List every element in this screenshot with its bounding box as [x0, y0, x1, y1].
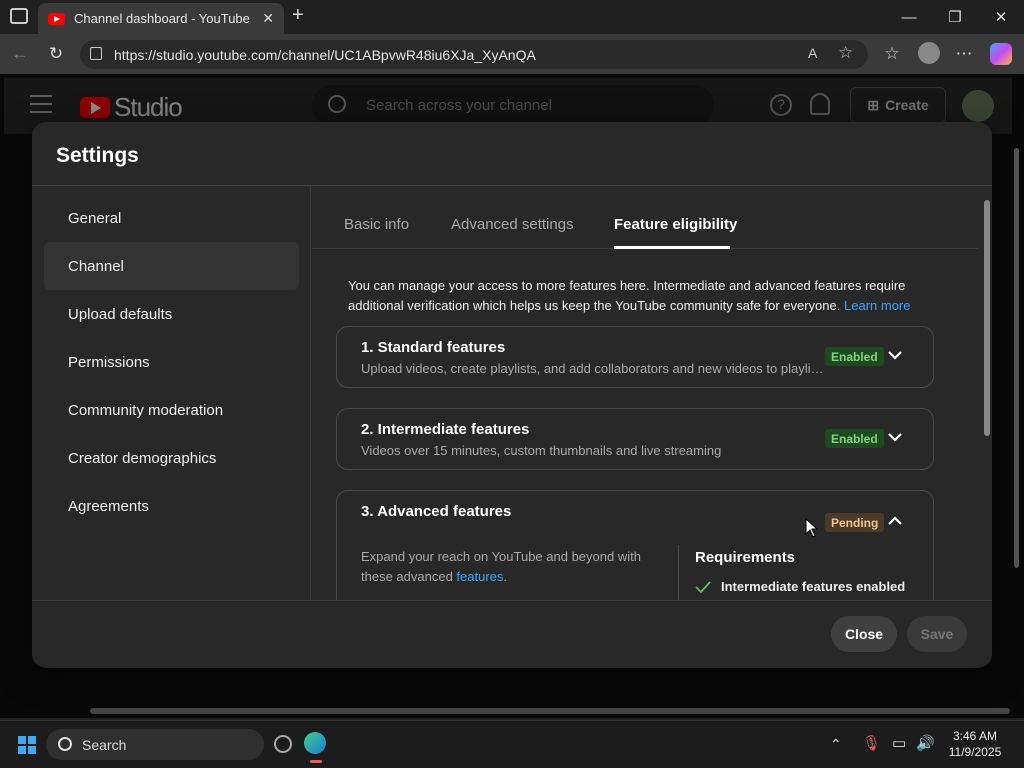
- page-scrollbar[interactable]: [1014, 148, 1019, 568]
- site-info-icon[interactable]: [90, 47, 102, 60]
- volume-icon[interactable]: 🔊: [916, 734, 935, 752]
- feature-eligibility-intro: You can manage your access to more featu…: [348, 276, 928, 316]
- requirement-item: Intermediate features enabled: [695, 579, 905, 594]
- footer-divider: [32, 600, 992, 601]
- chevron-up-icon[interactable]: [885, 511, 905, 531]
- close-window-icon[interactable]: ✕: [978, 0, 1024, 34]
- back-icon[interactable]: ←: [6, 40, 34, 68]
- close-tab-icon[interactable]: ✕: [262, 10, 274, 27]
- nav-item-label: Creator demographics: [68, 449, 217, 467]
- nav-item-general[interactable]: General: [44, 194, 299, 242]
- nav-item-community-moderation[interactable]: Community moderation: [44, 386, 299, 434]
- chevron-up-icon[interactable]: ⌃: [830, 736, 842, 753]
- search-icon: [58, 737, 72, 751]
- nav-item-label: General: [68, 209, 122, 227]
- youtube-favicon-icon: [48, 12, 65, 25]
- clock-date: 11/9/2025: [948, 745, 1002, 759]
- nav-item-creator-demographics[interactable]: Creator demographics: [44, 434, 299, 482]
- requirement-label: Intermediate features enabled: [721, 579, 906, 594]
- copilot-icon[interactable]: [990, 43, 1012, 65]
- save-button[interactable]: Save: [907, 616, 967, 652]
- windows-start-icon[interactable]: [18, 736, 36, 754]
- card-divider: [678, 545, 679, 600]
- card-description: Upload videos, create playlists, and add…: [361, 361, 826, 376]
- requirements-title: Requirements: [695, 549, 796, 566]
- advanced-features-card[interactable]: 3. Advanced features Pending Expand your…: [336, 490, 934, 600]
- close-button[interactable]: Close: [831, 616, 897, 652]
- card-description: Videos over 15 minutes, custom thumbnail…: [361, 443, 722, 458]
- tab-title: Channel dashboard - YouTube Stu: [74, 11, 255, 26]
- card-title: 2. Intermediate features: [361, 421, 530, 438]
- mouse-cursor-icon: [805, 518, 819, 538]
- settings-nav: General Channel Upload defaults Permissi…: [32, 186, 311, 600]
- nav-item-label: Permissions: [68, 353, 150, 371]
- more-menu-icon[interactable]: ⋯: [950, 40, 978, 68]
- favorites-icon[interactable]: ☆: [878, 40, 906, 68]
- taskbar-search[interactable]: Search: [46, 729, 264, 760]
- nav-item-label: Channel: [68, 257, 124, 275]
- chevron-down-icon[interactable]: [885, 427, 905, 447]
- edge-browser-icon[interactable]: [304, 732, 326, 754]
- minimize-icon[interactable]: —: [886, 0, 932, 34]
- nav-item-label: Agreements: [68, 497, 149, 515]
- advanced-description: Expand your reach on YouTube and beyond …: [361, 549, 641, 584]
- nav-item-channel[interactable]: Channel: [44, 242, 299, 290]
- refresh-icon[interactable]: ↻: [42, 40, 70, 68]
- card-title: 3. Advanced features: [361, 503, 512, 520]
- settings-content: Basic info Advanced settings Feature eli…: [312, 186, 992, 600]
- read-aloud-icon[interactable]: A: [808, 45, 817, 61]
- nav-item-upload-defaults[interactable]: Upload defaults: [44, 290, 299, 338]
- checkmark-icon: [695, 580, 711, 593]
- restore-icon[interactable]: ❐: [932, 0, 978, 34]
- dialog-title: Settings: [56, 144, 139, 167]
- settings-dialog: Settings General Channel Upload defaults…: [32, 122, 992, 668]
- network-icon[interactable]: ▭: [892, 734, 906, 752]
- card-title: 1. Standard features: [361, 339, 506, 356]
- chevron-down-icon[interactable]: [885, 345, 905, 365]
- dialog-scrollbar[interactable]: [984, 192, 990, 598]
- tab-basic-info[interactable]: Basic info: [344, 216, 409, 233]
- taskbar-search-label: Search: [82, 736, 127, 753]
- status-badge: Enabled: [825, 347, 884, 366]
- url-field[interactable]: https://studio.youtube.com/channel/UC1AB…: [80, 40, 868, 69]
- browser-tab[interactable]: Channel dashboard - YouTube Stu ✕: [38, 3, 284, 34]
- active-app-indicator: [310, 760, 322, 763]
- taskbar-clock[interactable]: 3:46 AM 11/9/2025: [940, 728, 1010, 760]
- nav-item-label: Community moderation: [68, 401, 224, 419]
- url-text: https://studio.youtube.com/channel/UC1AB…: [114, 46, 536, 63]
- tab-actions-icon[interactable]: [10, 8, 28, 24]
- status-badge: Pending: [825, 513, 885, 532]
- standard-features-card[interactable]: 1. Standard features Upload videos, crea…: [336, 326, 934, 388]
- features-link[interactable]: features: [456, 569, 503, 584]
- status-badge: Enabled: [825, 429, 884, 448]
- intro-text: You can manage your access to more featu…: [348, 278, 906, 313]
- tab-advanced-settings[interactable]: Advanced settings: [451, 216, 574, 233]
- learn-more-link[interactable]: Learn more: [844, 298, 910, 313]
- clock-time: 3:46 AM: [952, 729, 998, 743]
- new-tab-icon[interactable]: +: [292, 4, 312, 28]
- horizontal-scrollbar[interactable]: [90, 708, 1010, 714]
- nav-item-agreements[interactable]: Agreements: [44, 482, 299, 530]
- scrollbar-thumb[interactable]: [984, 200, 990, 436]
- intermediate-features-card[interactable]: 2. Intermediate features Videos over 15 …: [336, 408, 934, 470]
- favorite-star-icon[interactable]: ☆: [838, 43, 853, 63]
- nav-item-label: Upload defaults: [68, 305, 173, 323]
- nav-item-permissions[interactable]: Permissions: [44, 338, 299, 386]
- active-tab-indicator: [614, 246, 730, 249]
- tab-feature-eligibility[interactable]: Feature eligibility: [614, 216, 737, 233]
- settings-tabs: Basic info Advanced settings Feature eli…: [312, 186, 978, 249]
- profile-avatar[interactable]: [918, 42, 940, 64]
- widgets-icon[interactable]: [274, 735, 292, 753]
- microphone-icon[interactable]: 🎙: [862, 734, 881, 752]
